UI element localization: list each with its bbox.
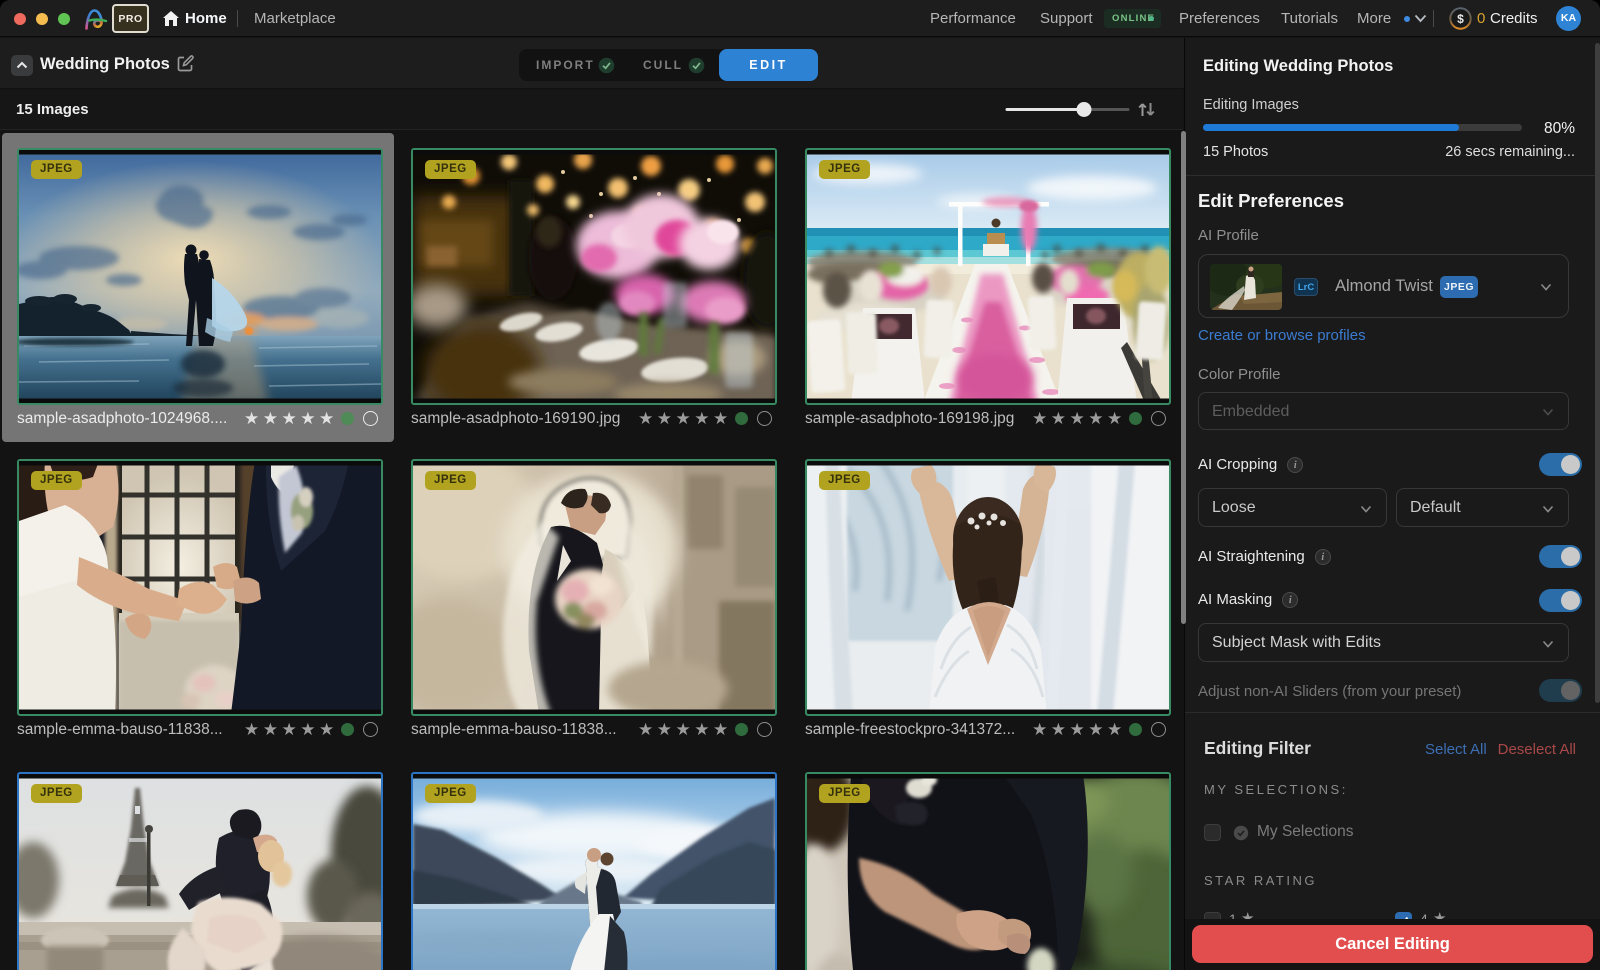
svg-text:$: $ <box>1457 12 1464 26</box>
